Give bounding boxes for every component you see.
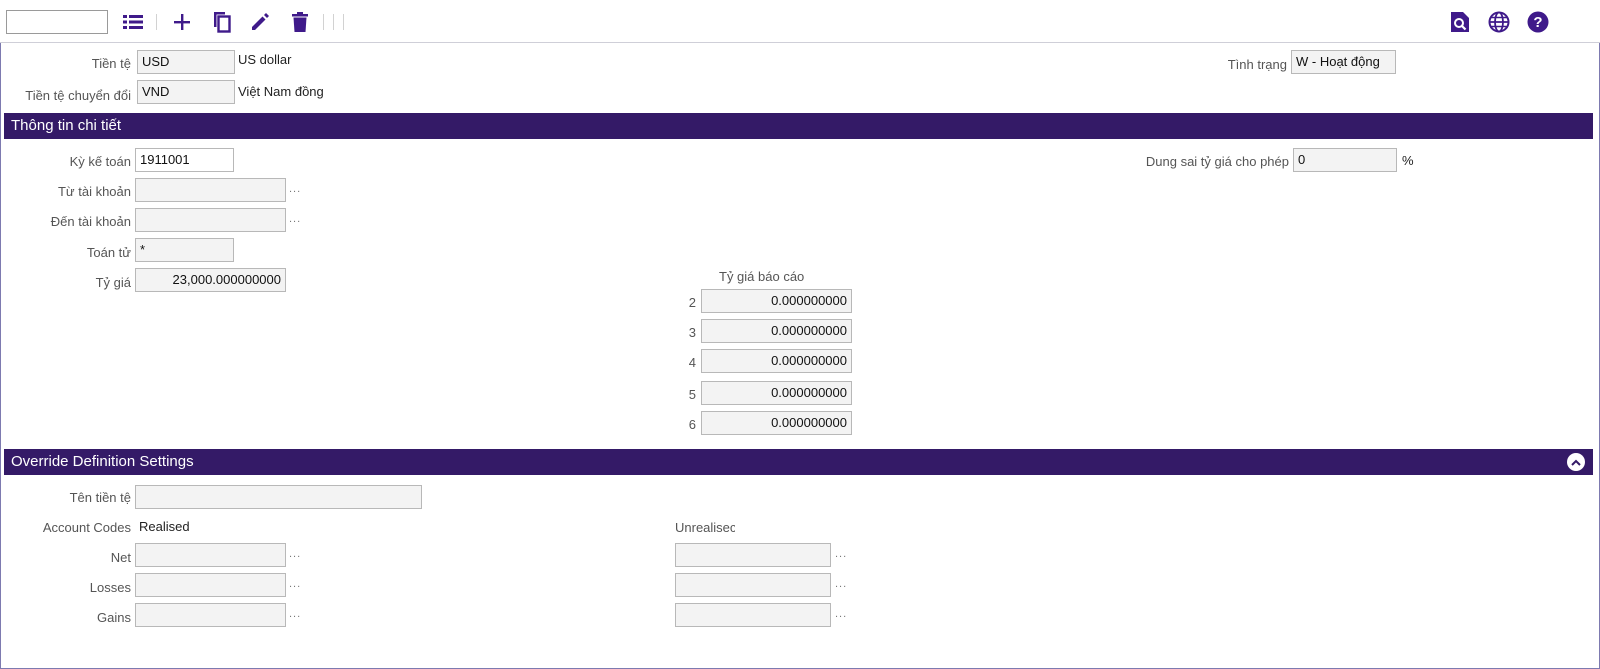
net-unrealised-lookup[interactable]: ... [835,548,847,560]
tolerance-label: Dung sai tỷ giá cho phép [1145,154,1289,169]
report-rate-index: 5 [688,387,696,402]
svg-text:?: ? [1533,14,1542,31]
net-realised-field[interactable] [135,543,286,567]
to-account-lookup[interactable]: ... [289,213,301,225]
report-rate-field[interactable]: 0.000000000 [701,319,852,343]
gains-realised-field[interactable] [135,603,286,627]
gains-label: Gains [97,610,131,625]
report-rate-field[interactable]: 0.000000000 [701,411,852,435]
operator-label: Toán tử [86,245,131,260]
currency-field[interactable]: USD [137,50,235,74]
from-account-field[interactable] [135,178,286,202]
status-label: Tình trạng [1227,57,1287,72]
convert-currency-field[interactable]: VND [137,80,235,104]
details-section-header[interactable]: Thông tin chi tiết [4,113,1593,139]
tolerance-unit: % [1402,153,1414,168]
help-icon[interactable]: ? [1526,10,1550,34]
rate-field[interactable]: 23,000.000000000 [135,268,286,292]
gains-unrealised-lookup[interactable]: ... [835,608,847,620]
edit-icon[interactable] [248,10,272,34]
toolbar-separator [156,14,157,30]
gains-realised-lookup[interactable]: ... [289,608,301,620]
net-unrealised-field[interactable] [675,543,831,567]
report-rate-title: Tỷ giá báo cáo [719,269,805,284]
to-account-field[interactable] [135,208,286,232]
convert-currency-label: Tiền tệ chuyển đổi [25,88,131,103]
toolbar: ? [0,0,1600,43]
operator-field[interactable]: * [135,238,234,262]
realised-label: Realised [139,519,190,534]
to-account-label: Đến tài khoản [50,214,131,229]
toolbar-separator [323,14,324,30]
toolbar-separator [333,14,334,30]
from-account-lookup[interactable]: ... [289,183,301,195]
unrealised-label: Unrealisec [675,520,735,535]
report-rate-field[interactable]: 0.000000000 [701,349,852,373]
toolbar-search-input[interactable] [6,10,108,34]
from-account-label: Từ tài khoản [57,184,131,199]
search-doc-icon[interactable] [1448,10,1472,34]
globe-icon[interactable] [1487,10,1511,34]
currency-name-field[interactable] [135,485,422,509]
losses-label: Losses [89,580,131,595]
report-rate-field[interactable]: 0.000000000 [701,381,852,405]
gains-unrealised-field[interactable] [675,603,831,627]
add-icon[interactable] [170,10,194,34]
report-rate-index: 3 [688,325,696,340]
report-rate-index: 6 [688,417,696,432]
currency-name-label: Tên tiền tệ [69,490,131,505]
list-icon[interactable] [121,10,145,34]
losses-realised-lookup[interactable]: ... [289,578,301,590]
losses-unrealised-lookup[interactable]: ... [835,578,847,590]
chevron-up-icon[interactable] [1567,453,1585,471]
report-rate-field[interactable]: 0.000000000 [701,289,852,313]
net-realised-lookup[interactable]: ... [289,548,301,560]
override-section-header[interactable]: Override Definition Settings [4,449,1593,475]
status-field[interactable]: W - Hoạt động [1291,50,1396,74]
losses-unrealised-field[interactable] [675,573,831,597]
rate-label: Tỷ giá [95,275,131,290]
delete-icon[interactable] [288,10,312,34]
override-section-title: Override Definition Settings [11,453,194,470]
period-label: Kỳ kế toán [69,154,131,169]
currency-description: US dollar [238,52,292,67]
period-field[interactable]: 1911001 [135,148,234,172]
report-rate-index: 4 [688,355,696,370]
tolerance-field[interactable]: 0 [1293,148,1397,172]
losses-realised-field[interactable] [135,573,286,597]
report-rate-index: 2 [688,295,696,310]
copy-icon[interactable] [209,10,233,34]
currency-label: Tiền tệ [91,56,131,71]
convert-currency-description: Việt Nam đồng [238,84,324,99]
net-label: Net [110,550,131,565]
account-codes-label: Account Codes [42,520,131,535]
toolbar-separator [343,14,344,30]
